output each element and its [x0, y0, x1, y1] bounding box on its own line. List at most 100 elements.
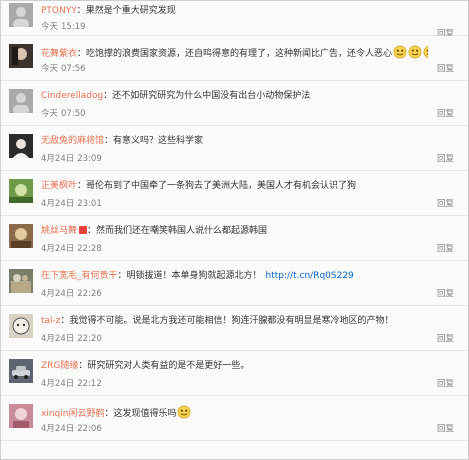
username-link[interactable]: tai-z [41, 316, 61, 326]
comment-item: 正美枫叶：哥伦布到了中国牵了一条狗去了美洲大陆，美国人才有机会认识了狗 4月24日… [1, 171, 468, 216]
comment-timestamp: 4月24日 22:26 [41, 288, 102, 300]
comment-date: 4月24日 [41, 334, 75, 344]
reply-button[interactable]: 回复 [437, 198, 454, 210]
separator: ： [104, 136, 114, 146]
comment-date: 4月24日 [41, 154, 75, 164]
comment-text: 果然是个重大研究发现 [85, 6, 176, 16]
comment-line: Cinderelladog：还不如研究研究为什么中国没有出台小动物保护法 [41, 90, 428, 103]
username-link[interactable]: 姚丝马舞 [41, 226, 77, 236]
comment-item: PTONYY：果然是个重大研究发现 今天 15:19 回复 [1, 1, 468, 39]
comment-line: PTONYY：果然是个重大研究发现 [41, 5, 428, 18]
reply-button[interactable]: 回复 [437, 153, 454, 165]
comment-date: 4月24日 [41, 244, 75, 254]
comment-time: 22:12 [77, 379, 102, 389]
comment-timestamp: 4月24日 22:06 [41, 423, 102, 435]
comment-line: 正美枫叶：哥伦布到了中国牵了一条狗去了美洲大陆，美国人才有机会认识了狗 [41, 180, 428, 193]
avatar[interactable] [9, 179, 33, 203]
comment-line: xinqin闲云野鹤：这发现值得乐吗 [41, 405, 428, 421]
username-link[interactable]: 正美枫叶 [41, 181, 77, 191]
avatar[interactable] [9, 224, 33, 248]
separator: ： [76, 6, 86, 16]
reply-button[interactable]: 回复 [437, 243, 454, 255]
comment-time: 23:01 [77, 199, 102, 209]
comment-item: xinqin闲云野鹤：这发现值得乐吗 4月24日 22:06 回复 [1, 396, 468, 441]
comment-timestamp: 4月24日 23:01 [41, 198, 102, 210]
reply-button[interactable]: 回复 [437, 378, 454, 390]
smiley-emoji-icon [423, 45, 428, 59]
separator: ： [77, 181, 87, 191]
comment-line: 花舞紫衣：吃饱撑的浪费国家资源，还自鸣得意的有理了，这种新闻比广告，还令人恶心 [41, 45, 428, 61]
comment-date: 今天 [41, 22, 59, 32]
comment-time: 22:26 [77, 289, 102, 299]
comment-text: 有意义吗？这些科学家 [113, 136, 204, 146]
comment-date: 4月24日 [41, 379, 75, 389]
star-badge-icon [79, 226, 88, 234]
comment-time: 22:20 [77, 334, 102, 344]
avatar[interactable] [9, 44, 33, 68]
username-link[interactable]: 在下宽毛_有何贵干 [41, 271, 118, 281]
comment-timestamp: 4月24日 23:09 [41, 153, 102, 165]
username-link[interactable]: xinqin闲云野鹤 [41, 409, 104, 419]
comment-line: 在下宽毛_有何贵干：明锁拔道！本单身狗就起源北方！ http://t.cn/Rq0… [41, 270, 428, 283]
comment-text: 我觉得不可能。说是北方我还可能相信！狗连汗腺都没有明显是寒冷地区的产物！ [69, 316, 394, 326]
comment-time: 07:50 [61, 109, 86, 119]
comment-line: 姚丝马舞 ：然而我们还在嘲笑韩国人说什么都起源韩国 [41, 225, 428, 238]
comment-item: 花舞紫衣：吃饱撑的浪费国家资源，还自鸣得意的有理了，这种新闻比广告，还令人恶心今… [1, 36, 468, 81]
smiley-emoji-icon [177, 405, 191, 419]
comment-item: 无敌兔的麻将馆：有意义吗？这些科学家 4月24日 23:09 回复 [1, 126, 468, 171]
comment-item: Cinderelladog：还不如研究研究为什么中国没有出台小动物保护法 今天 07… [1, 81, 468, 126]
comment-timestamp: 今天 15:19 [41, 21, 86, 33]
comment-line: 无敌兔的麻将馆：有意义吗？这些科学家 [41, 135, 428, 148]
avatar[interactable] [9, 359, 33, 383]
comment-date: 4月24日 [41, 199, 75, 209]
username-link[interactable]: 无敌兔的麻将馆 [41, 136, 104, 146]
avatar[interactable] [9, 314, 33, 338]
comment-time: 23:09 [77, 154, 102, 164]
username-link[interactable]: Cinderelladog [41, 91, 103, 101]
comment-timestamp: 4月24日 22:20 [41, 333, 102, 345]
reply-button[interactable]: 回复 [437, 288, 454, 300]
avatar[interactable] [9, 3, 33, 27]
comment-line: ZRG随缘：研究研究对人类有益的是不是更好一些。 [41, 360, 428, 373]
comment-link[interactable]: http://t.cn/Rq0S229 [266, 271, 354, 281]
comment-date: 今天 [41, 109, 59, 119]
separator: ： [87, 226, 97, 236]
username-link[interactable]: 花舞紫衣 [41, 49, 77, 59]
comment-item: tai-z：我觉得不可能。说是北方我还可能相信！狗连汗腺都没有明显是寒冷地区的产… [1, 306, 468, 351]
avatar[interactable] [9, 269, 33, 293]
comment-time: 22:28 [77, 244, 102, 254]
comment-text: 吃饱撑的浪费国家资源，还自鸣得意的有理了，这种新闻比广告，还令人恶心 [86, 49, 393, 59]
comment-text: 然而我们还在嘲笑韩国人说什么都起源韩国 [96, 226, 268, 236]
comment-timestamp: 4月24日 22:12 [41, 378, 102, 390]
comment-item: 姚丝马舞 ：然而我们还在嘲笑韩国人说什么都起源韩国 4月24日 22:28 回复 [1, 216, 468, 261]
comment-text: 研究研究对人类有益的是不是更好一些。 [87, 361, 250, 371]
username-link[interactable]: ZRG随缘 [41, 361, 78, 371]
comment-panel: PTONYY：果然是个重大研究发现 今天 15:19 回复 花舞紫衣：吃饱撑的浪费国家资… [0, 0, 469, 460]
smiley-emoji-icon [393, 45, 407, 59]
reply-button[interactable]: 回复 [437, 333, 454, 345]
comment-time: 15:19 [61, 22, 86, 32]
comment-text: 明锁拔道！本单身狗就起源北方！ [126, 271, 262, 281]
comment-date: 4月24日 [41, 424, 75, 434]
comment-timestamp: 今天 07:56 [41, 63, 86, 75]
comment-list: PTONYY：果然是个重大研究发现 今天 15:19 回复 花舞紫衣：吃饱撑的浪费国家资… [1, 1, 468, 441]
reply-button[interactable]: 回复 [437, 108, 454, 120]
avatar[interactable] [9, 134, 33, 158]
avatar[interactable] [9, 89, 33, 113]
reply-button[interactable]: 回复 [437, 423, 454, 435]
comment-timestamp: 4月24日 22:28 [41, 243, 102, 255]
comment-time: 07:56 [61, 64, 86, 74]
comment-timestamp: 今天 07:50 [41, 108, 86, 120]
comment-item: 在下宽毛_有何贵干：明锁拔道！本单身狗就起源北方！ http://t.cn/Rq0… [1, 261, 468, 306]
separator: ： [103, 91, 113, 101]
avatar[interactable] [9, 404, 33, 428]
comment-line: tai-z：我觉得不可能。说是北方我还可能相信！狗连汗腺都没有明显是寒冷地区的产… [41, 315, 428, 328]
comment-time: 22:06 [77, 424, 102, 434]
comment-text: 哥伦布到了中国牵了一条狗去了美洲大陆，美国人才有机会认识了狗 [86, 181, 357, 191]
separator: ： [117, 271, 127, 281]
comment-text: 还不如研究研究为什么中国没有出台小动物保护法 [112, 91, 311, 101]
separator: ： [60, 316, 70, 326]
username-link[interactable]: PTONYY [41, 6, 77, 16]
comment-item: ZRG随缘：研究研究对人类有益的是不是更好一些。 4月24日 22:12 回复 [1, 351, 468, 396]
reply-button[interactable]: 回复 [437, 63, 454, 75]
